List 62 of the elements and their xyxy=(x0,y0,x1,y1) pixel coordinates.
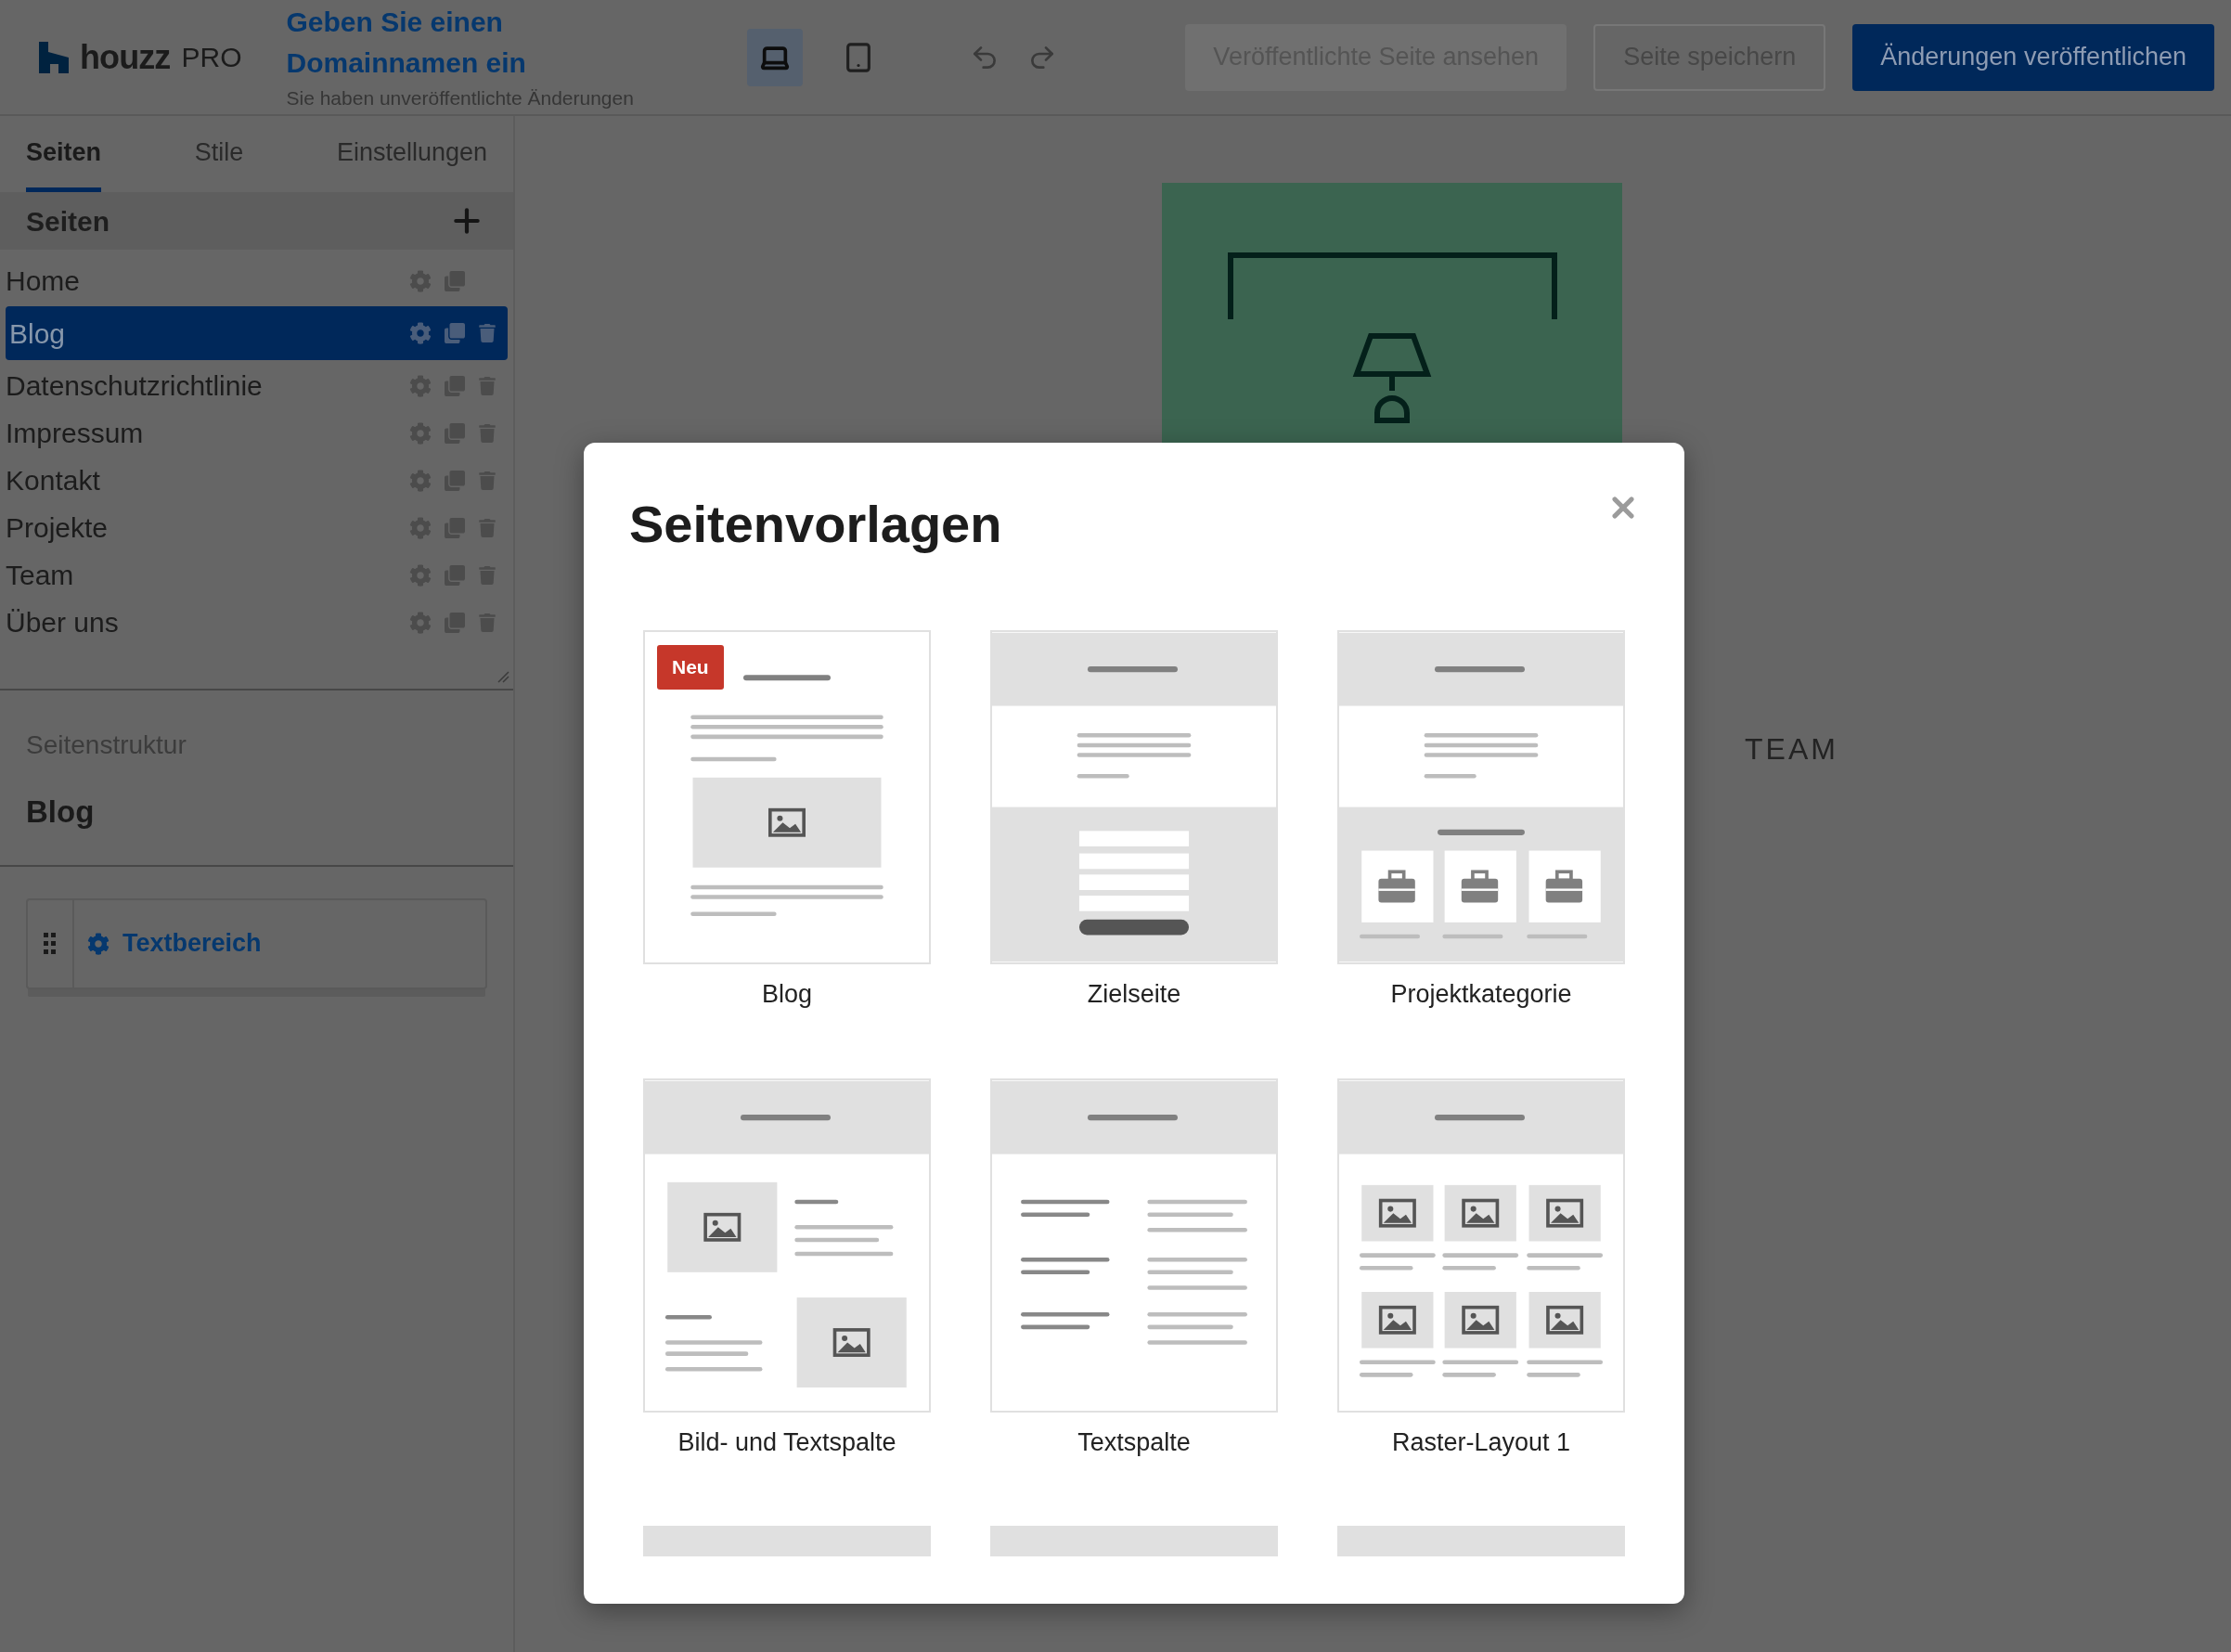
template-name[interactable]: Textspalte xyxy=(1077,1423,1191,1461)
logo-text: houzz xyxy=(80,36,171,78)
settings-icon[interactable] xyxy=(409,611,432,634)
template-name[interactable]: Zielseite xyxy=(1087,975,1181,1013)
settings-icon[interactable] xyxy=(409,469,432,492)
page-list-item[interactable]: Team xyxy=(6,551,508,599)
template-name[interactable]: Projektkategorie xyxy=(1390,975,1572,1013)
sidebar-tab[interactable]: Stile xyxy=(194,133,244,192)
page-list-item[interactable]: Kontakt xyxy=(6,457,508,504)
duplicate-icon[interactable] xyxy=(445,422,465,444)
logo-suffix: PRO xyxy=(181,41,242,74)
page-list-item[interactable]: Projekte xyxy=(6,504,508,551)
publish-button[interactable]: Änderungen veröffentlichen xyxy=(1852,23,2214,91)
house-logo-icon xyxy=(39,41,69,73)
trash-icon[interactable] xyxy=(478,423,496,443)
template-thumbnail[interactable] xyxy=(1337,1526,1625,1556)
trash-icon[interactable] xyxy=(478,518,496,537)
sidebar-tab[interactable]: Einstellungen xyxy=(336,133,487,192)
trash-icon[interactable] xyxy=(478,324,496,342)
template-name[interactable]: Blog xyxy=(761,975,812,1013)
duplicate-icon[interactable] xyxy=(445,612,465,633)
duplicate-icon[interactable] xyxy=(445,517,465,538)
section-title: Seiten xyxy=(26,204,110,239)
page-list-item[interactable]: Impressum xyxy=(6,409,508,457)
duplicate-icon[interactable] xyxy=(445,470,465,491)
template-name[interactable]: Bild- und Textspalte xyxy=(677,1423,896,1461)
settings-icon[interactable] xyxy=(409,421,432,445)
drag-handle-icon[interactable] xyxy=(44,932,57,955)
duplicate-icon[interactable] xyxy=(445,323,465,343)
template-thumbnail[interactable] xyxy=(990,1526,1278,1556)
trash-icon[interactable] xyxy=(478,613,496,632)
page-list-item[interactable]: Home xyxy=(6,257,508,304)
nav-item[interactable]: TEAM xyxy=(1745,727,2231,771)
duplicate-icon[interactable] xyxy=(445,564,465,586)
page-list-item[interactable]: Über uns xyxy=(6,599,508,646)
template-thumbnail[interactable] xyxy=(1337,630,1625,964)
domain-link[interactable]: Geben Sie einen Domainnamen ein xyxy=(286,1,565,84)
trash-icon[interactable] xyxy=(478,565,496,585)
duplicate-icon[interactable] xyxy=(445,270,465,291)
template-name[interactable]: Raster-Layout 1 xyxy=(1391,1423,1571,1461)
section-name[interactable]: Textbereich xyxy=(123,924,262,962)
trash-icon[interactable] xyxy=(478,471,496,490)
template-thumbnail[interactable] xyxy=(990,1078,1278,1413)
resize-handle-icon[interactable] xyxy=(496,670,509,683)
settings-icon[interactable] xyxy=(409,516,432,539)
settings-icon[interactable] xyxy=(409,563,432,587)
duplicate-icon[interactable] xyxy=(445,375,465,396)
template-thumbnail[interactable] xyxy=(1337,1078,1625,1413)
template-thumbnail[interactable] xyxy=(990,630,1278,964)
settings-icon[interactable] xyxy=(409,374,432,397)
desktop-view-button[interactable] xyxy=(746,28,803,86)
page-list-item[interactable]: Datenschutzrichtlinie xyxy=(6,362,508,409)
template-thumbnail[interactable] xyxy=(643,1078,931,1413)
structure-page-title: Blog xyxy=(26,794,96,831)
page-list-item[interactable]: Blog xyxy=(6,306,508,360)
trash-icon[interactable] xyxy=(478,376,496,395)
settings-icon[interactable] xyxy=(409,322,432,344)
settings-icon[interactable] xyxy=(409,269,432,292)
template-thumbnail[interactable] xyxy=(643,1526,931,1556)
template-thumbnail[interactable] xyxy=(643,630,931,964)
settings-icon[interactable] xyxy=(87,932,110,955)
new-badge: Neu xyxy=(657,645,724,690)
